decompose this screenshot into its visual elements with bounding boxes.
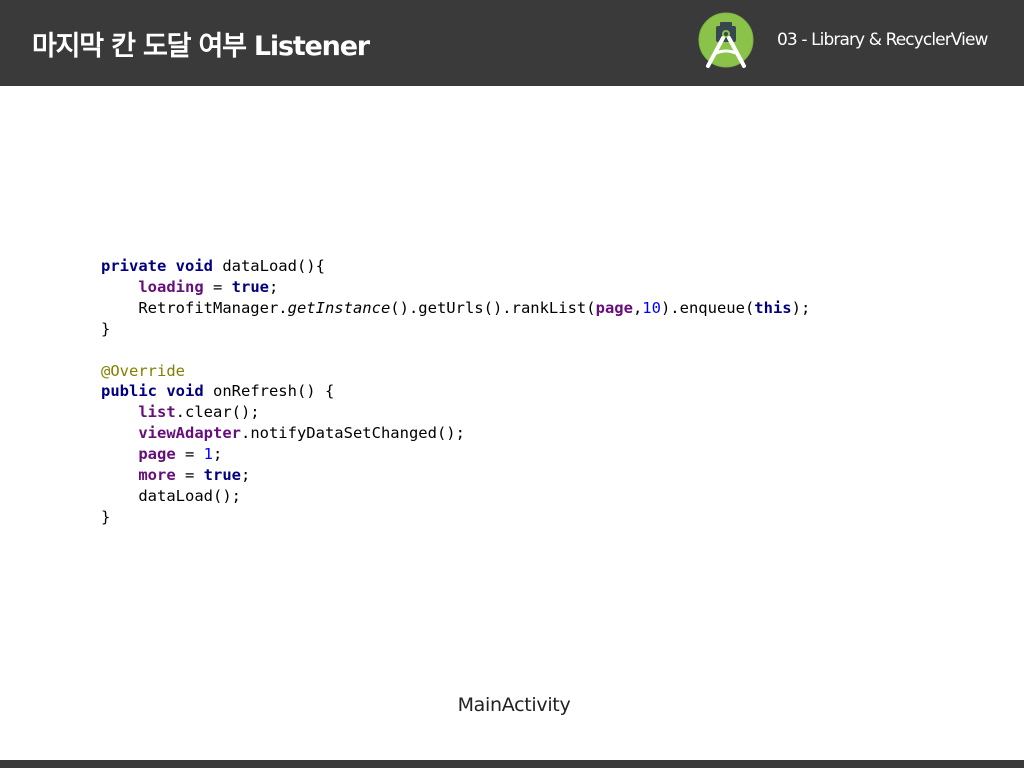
- code-token: true: [203, 466, 241, 485]
- code-token: dataLoad();: [101, 486, 241, 505]
- code-token: ;: [240, 466, 251, 485]
- code-line: public void onRefresh() {: [101, 382, 334, 400]
- code-token: loading: [138, 277, 204, 296]
- android-studio-icon: [698, 12, 754, 68]
- code-token: page: [595, 298, 633, 317]
- code-token: ;: [213, 445, 223, 464]
- slide: 마지막 칸 도달 여부 Listener 03 - Library & Recy…: [0, 0, 1024, 768]
- code-token: 10: [642, 298, 661, 317]
- code-token: );: [791, 298, 811, 317]
- code-token: ;: [268, 277, 279, 296]
- code-token: onRefresh() {: [203, 382, 335, 401]
- code-line: }: [101, 320, 110, 338]
- code-line: more = true;: [101, 466, 250, 484]
- code-block: private void dataLoad(){ loading = true;…: [101, 256, 810, 528]
- code-token: list: [138, 403, 176, 422]
- footer-bar: [0, 760, 1024, 768]
- code-caption: MainActivity: [457, 694, 571, 716]
- code-token: }: [101, 319, 111, 338]
- code-line: RetrofitManager.getInstance().getUrls().…: [101, 299, 810, 317]
- code-token: =: [175, 466, 204, 485]
- code-line: page = 1;: [101, 445, 222, 463]
- code-line: @Override: [101, 362, 185, 380]
- code-token: @Override: [101, 361, 185, 380]
- code-token: viewAdapter: [138, 424, 241, 443]
- code-line: dataLoad();: [101, 487, 241, 505]
- code-token: public void: [101, 382, 204, 401]
- code-token: 1: [203, 445, 213, 464]
- code-token: ,: [632, 298, 643, 317]
- code-token: .clear();: [175, 403, 260, 422]
- code-token: more: [138, 466, 176, 485]
- code-token: true: [231, 277, 269, 296]
- code-line: private void dataLoad(){: [101, 257, 325, 275]
- code-token: }: [101, 507, 111, 526]
- code-token: page: [138, 445, 176, 464]
- code-line: list.clear();: [101, 403, 260, 422]
- code-token: ().getUrls().rankList(: [390, 298, 596, 317]
- code-token: private void: [101, 257, 213, 275]
- code-token: ).enqueue(: [660, 298, 755, 317]
- code-token: getInstance: [287, 298, 391, 317]
- code-token: .notifyDataSetChanged();: [240, 424, 465, 443]
- code-line: viewAdapter.notifyDataSetChanged();: [101, 424, 465, 442]
- section-label: 03 - Library & RecyclerView: [777, 30, 988, 50]
- code-line: loading = true;: [101, 278, 278, 296]
- code-token: dataLoad(){: [212, 257, 325, 275]
- code-token: =: [203, 277, 232, 296]
- slide-title: 마지막 칸 도달 여부 Listener: [32, 31, 370, 62]
- code-token: RetrofitManager.: [101, 298, 288, 317]
- header-bar: 마지막 칸 도달 여부 Listener 03 - Library & Recy…: [0, 0, 1024, 86]
- code-line: }: [101, 508, 110, 526]
- code-token: =: [175, 445, 204, 464]
- code-token: this: [754, 298, 792, 317]
